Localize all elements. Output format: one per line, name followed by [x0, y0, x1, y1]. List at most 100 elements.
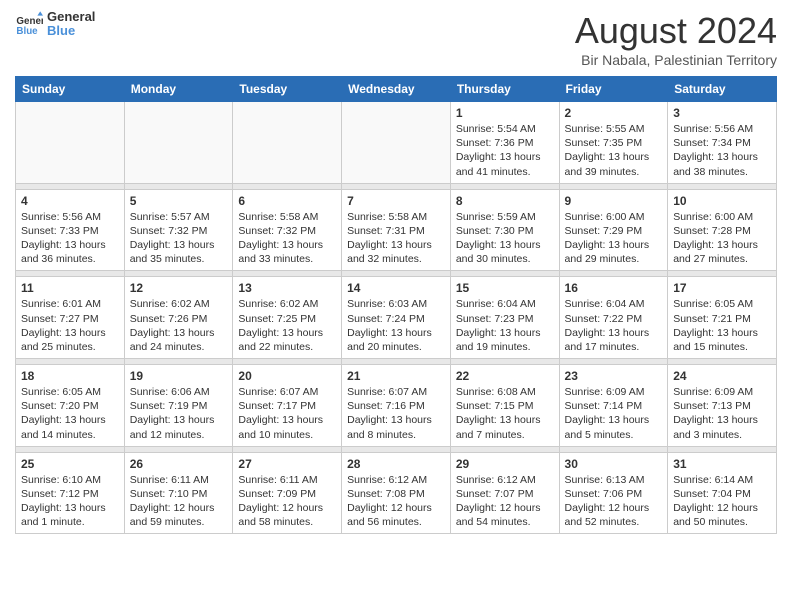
logo: General Blue General Blue: [15, 10, 95, 39]
day-number: 10: [673, 194, 771, 208]
day-number: 28: [347, 457, 445, 471]
day-cell: 31Sunrise: 6:14 AMSunset: 7:04 PMDayligh…: [668, 452, 777, 534]
day-cell: 12Sunrise: 6:02 AMSunset: 7:26 PMDayligh…: [124, 277, 233, 359]
day-cell: 14 Sunrise: 6:03 AMSunset: 7:24 PMDayligh…: [342, 277, 451, 359]
day-number: 9: [565, 194, 663, 208]
day-cell: 20 Sunrise: 6:07 AMSunset: 7:17 PMDayligh…: [233, 365, 342, 447]
day-info: Sunrise: 6:00 AMSunset: 7:28 PMDaylight:…: [673, 210, 771, 267]
weekday-header-friday: Friday: [559, 77, 668, 102]
day-cell: 23 Sunrise: 6:09 AMSunset: 7:14 PMDayligh…: [559, 365, 668, 447]
day-number: 16: [565, 281, 663, 295]
day-info: Sunrise: 6:01 AMSunset: 7:27 PMDaylight:…: [21, 297, 119, 354]
day-cell: 16 Sunrise: 6:04 AMSunset: 7:22 PMDayligh…: [559, 277, 668, 359]
location: Bir Nabala, Palestinian Territory: [575, 52, 777, 68]
day-cell: 1 Sunrise: 5:54 AMSunset: 7:36 PMDaylight…: [450, 102, 559, 184]
day-cell: 7 Sunrise: 5:58 AMSunset: 7:31 PMDaylight…: [342, 189, 451, 271]
weekday-header-thursday: Thursday: [450, 77, 559, 102]
day-info: Sunrise: 6:07 AMSunset: 7:17 PMDaylight:…: [238, 385, 336, 442]
day-cell: 17 Sunrise: 6:05 AMSunset: 7:21 PMDayligh…: [668, 277, 777, 359]
weekday-header-tuesday: Tuesday: [233, 77, 342, 102]
day-number: 23: [565, 369, 663, 383]
day-number: 21: [347, 369, 445, 383]
day-info: Sunrise: 6:14 AMSunset: 7:04 PMDaylight:…: [673, 473, 771, 530]
day-cell: [233, 102, 342, 184]
logo-icon: General Blue: [15, 10, 43, 38]
day-number: 30: [565, 457, 663, 471]
day-number: 1: [456, 106, 554, 120]
day-cell: 29 Sunrise: 6:12 AMSunset: 7:07 PMDayligh…: [450, 452, 559, 534]
day-cell: 27Sunrise: 6:11 AMSunset: 7:09 PMDayligh…: [233, 452, 342, 534]
day-cell: 6 Sunrise: 5:58 AMSunset: 7:32 PMDaylight…: [233, 189, 342, 271]
day-info: Sunrise: 5:58 AMSunset: 7:32 PMDaylight:…: [238, 210, 336, 267]
day-info: Sunrise: 5:59 AMSunset: 7:30 PMDaylight:…: [456, 210, 554, 267]
day-number: 3: [673, 106, 771, 120]
day-cell: 25Sunrise: 6:10 AMSunset: 7:12 PMDayligh…: [16, 452, 125, 534]
day-cell: 26 Sunrise: 6:11 AMSunset: 7:10 PMDayligh…: [124, 452, 233, 534]
day-cell: 30Sunrise: 6:13 AMSunset: 7:06 PMDayligh…: [559, 452, 668, 534]
day-cell: 10 Sunrise: 6:00 AMSunset: 7:28 PMDayligh…: [668, 189, 777, 271]
day-number: 26: [130, 457, 228, 471]
day-number: 29: [456, 457, 554, 471]
day-cell: 21 Sunrise: 6:07 AMSunset: 7:16 PMDayligh…: [342, 365, 451, 447]
day-cell: 22Sunrise: 6:08 AMSunset: 7:15 PMDayligh…: [450, 365, 559, 447]
day-number: 20: [238, 369, 336, 383]
day-info: Sunrise: 6:12 AMSunset: 7:07 PMDaylight:…: [456, 473, 554, 530]
day-number: 4: [21, 194, 119, 208]
day-cell: 15Sunrise: 6:04 AMSunset: 7:23 PMDayligh…: [450, 277, 559, 359]
day-info: Sunrise: 6:09 AMSunset: 7:13 PMDaylight:…: [673, 385, 771, 442]
day-info: Sunrise: 6:02 AMSunset: 7:25 PMDaylight:…: [238, 297, 336, 354]
day-cell: 18 Sunrise: 6:05 AMSunset: 7:20 PMDayligh…: [16, 365, 125, 447]
logo-line1: General: [47, 10, 95, 24]
weekday-header-row: SundayMondayTuesdayWednesdayThursdayFrid…: [16, 77, 777, 102]
weekday-header-monday: Monday: [124, 77, 233, 102]
day-number: 7: [347, 194, 445, 208]
day-info: Sunrise: 6:05 AMSunset: 7:20 PMDaylight:…: [21, 385, 119, 442]
day-cell: 8Sunrise: 5:59 AMSunset: 7:30 PMDaylight…: [450, 189, 559, 271]
day-number: 17: [673, 281, 771, 295]
day-info: Sunrise: 6:06 AMSunset: 7:19 PMDaylight:…: [130, 385, 228, 442]
weekday-header-sunday: Sunday: [16, 77, 125, 102]
day-number: 14: [347, 281, 445, 295]
day-number: 25: [21, 457, 119, 471]
day-info: Sunrise: 6:03 AMSunset: 7:24 PMDaylight:…: [347, 297, 445, 354]
day-number: 6: [238, 194, 336, 208]
day-number: 24: [673, 369, 771, 383]
day-info: Sunrise: 5:58 AMSunset: 7:31 PMDaylight:…: [347, 210, 445, 267]
logo-text: General Blue: [47, 10, 95, 39]
day-info: Sunrise: 6:08 AMSunset: 7:15 PMDaylight:…: [456, 385, 554, 442]
title-area: August 2024 Bir Nabala, Palestinian Terr…: [575, 10, 777, 68]
day-info: Sunrise: 6:04 AMSunset: 7:22 PMDaylight:…: [565, 297, 663, 354]
logo-line2: Blue: [47, 24, 95, 38]
day-number: 5: [130, 194, 228, 208]
week-row-0: 1 Sunrise: 5:54 AMSunset: 7:36 PMDaylight…: [16, 102, 777, 184]
day-cell: 4 Sunrise: 5:56 AMSunset: 7:33 PMDaylight…: [16, 189, 125, 271]
day-number: 15: [456, 281, 554, 295]
day-info: Sunrise: 5:54 AMSunset: 7:36 PMDaylight:…: [456, 122, 554, 179]
weekday-header-wednesday: Wednesday: [342, 77, 451, 102]
day-cell: [16, 102, 125, 184]
day-info: Sunrise: 6:05 AMSunset: 7:21 PMDaylight:…: [673, 297, 771, 354]
month-title: August 2024: [575, 10, 777, 52]
week-row-3: 18 Sunrise: 6:05 AMSunset: 7:20 PMDayligh…: [16, 365, 777, 447]
week-row-4: 25Sunrise: 6:10 AMSunset: 7:12 PMDayligh…: [16, 452, 777, 534]
day-cell: 28 Sunrise: 6:12 AMSunset: 7:08 PMDayligh…: [342, 452, 451, 534]
day-cell: 9Sunrise: 6:00 AMSunset: 7:29 PMDaylight…: [559, 189, 668, 271]
day-number: 13: [238, 281, 336, 295]
calendar-table: SundayMondayTuesdayWednesdayThursdayFrid…: [15, 76, 777, 534]
day-cell: 11Sunrise: 6:01 AMSunset: 7:27 PMDayligh…: [16, 277, 125, 359]
day-info: Sunrise: 6:09 AMSunset: 7:14 PMDaylight:…: [565, 385, 663, 442]
week-row-1: 4 Sunrise: 5:56 AMSunset: 7:33 PMDaylight…: [16, 189, 777, 271]
day-cell: [124, 102, 233, 184]
day-info: Sunrise: 5:56 AMSunset: 7:33 PMDaylight:…: [21, 210, 119, 267]
day-info: Sunrise: 5:57 AMSunset: 7:32 PMDaylight:…: [130, 210, 228, 267]
day-info: Sunrise: 6:07 AMSunset: 7:16 PMDaylight:…: [347, 385, 445, 442]
day-info: Sunrise: 6:12 AMSunset: 7:08 PMDaylight:…: [347, 473, 445, 530]
day-number: 19: [130, 369, 228, 383]
day-info: Sunrise: 6:11 AMSunset: 7:09 PMDaylight:…: [238, 473, 336, 530]
day-info: Sunrise: 6:11 AMSunset: 7:10 PMDaylight:…: [130, 473, 228, 530]
day-info: Sunrise: 5:56 AMSunset: 7:34 PMDaylight:…: [673, 122, 771, 179]
day-number: 18: [21, 369, 119, 383]
day-cell: 5 Sunrise: 5:57 AMSunset: 7:32 PMDaylight…: [124, 189, 233, 271]
weekday-header-saturday: Saturday: [668, 77, 777, 102]
day-cell: 24 Sunrise: 6:09 AMSunset: 7:13 PMDayligh…: [668, 365, 777, 447]
